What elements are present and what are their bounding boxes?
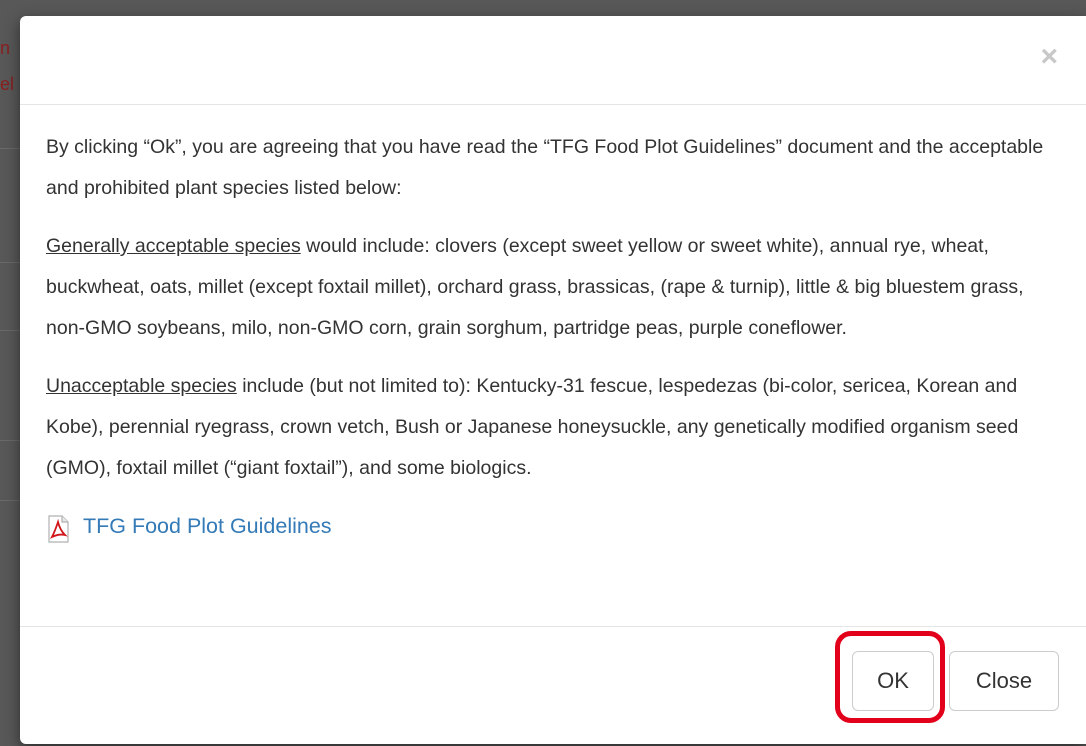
agreement-modal: × By clicking “Ok”, you are agreeing tha… (20, 16, 1086, 744)
pdf-link-row: TFG Food Plot Guidelines (46, 506, 1060, 547)
modal-footer: OK Close (20, 627, 1086, 743)
modal-body: By clicking “Ok”, you are agreeing that … (20, 105, 1086, 627)
pdf-icon[interactable] (46, 514, 70, 543)
close-button[interactable]: Close (949, 651, 1059, 711)
modal-header: × (20, 16, 1086, 105)
acceptable-species-paragraph: Generally acceptable species would inclu… (46, 226, 1060, 349)
intro-paragraph: By clicking “Ok”, you are agreeing that … (46, 136, 1044, 199)
backdrop-text: n (0, 38, 11, 58)
backdrop-text: el (0, 74, 15, 94)
unacceptable-species-label: Unacceptable species (46, 375, 237, 397)
guidelines-pdf-link[interactable]: TFG Food Plot Guidelines (83, 506, 332, 547)
close-icon[interactable]: × (1040, 42, 1058, 72)
ok-button[interactable]: OK (852, 651, 934, 711)
unacceptable-species-paragraph: Unacceptable species include (but not li… (46, 366, 1060, 489)
acceptable-species-label: Generally acceptable species (46, 235, 301, 257)
